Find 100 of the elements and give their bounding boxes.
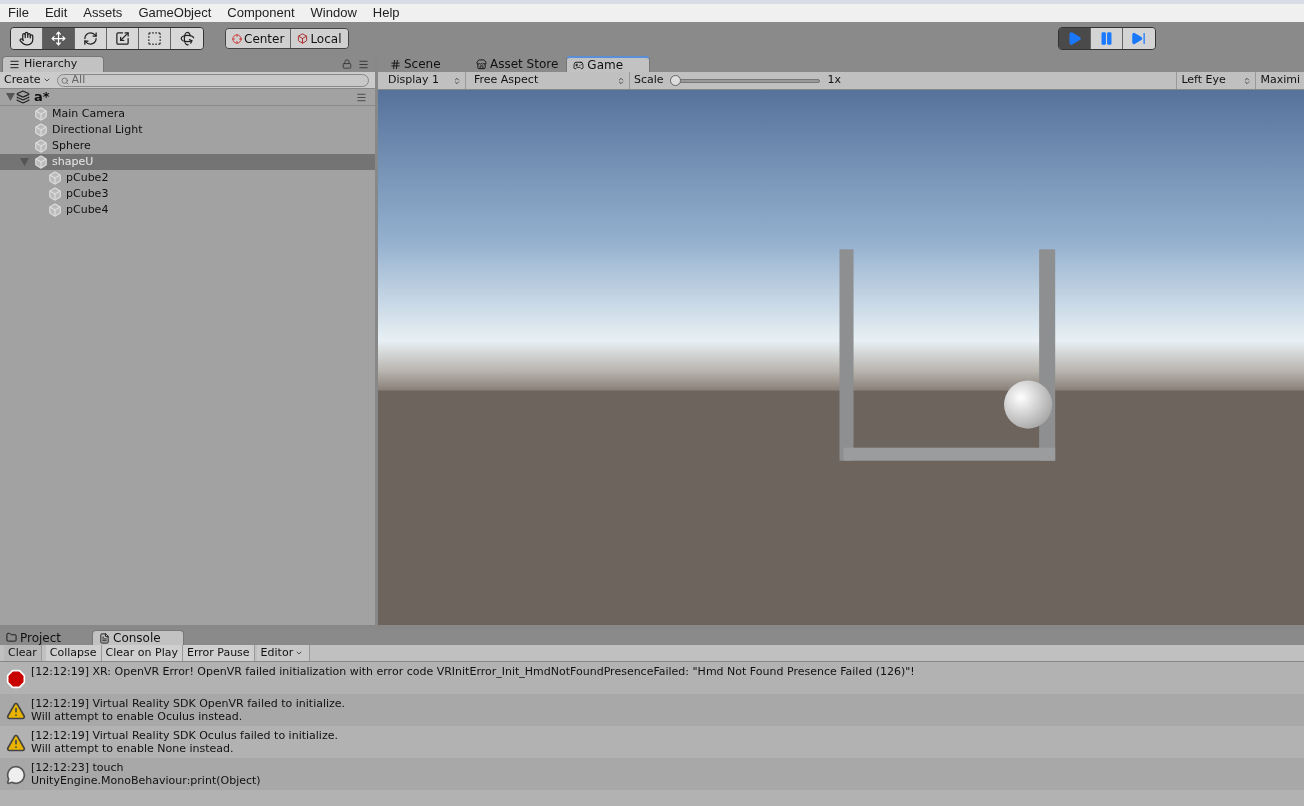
cube-icon	[34, 107, 48, 121]
panel-tab[interactable]: Project	[0, 630, 92, 645]
tree-item[interactable]: pCube3	[0, 186, 375, 202]
view-tab[interactable]: Scene	[384, 56, 468, 72]
panel-tab[interactable]: Hierarchy	[2, 56, 104, 72]
tree-item[interactable]: pCube2	[0, 170, 375, 186]
scale-icon	[115, 31, 130, 46]
view-tab[interactable]: Game	[566, 56, 651, 72]
expand-triangle-icon[interactable]	[5, 93, 15, 101]
panel-tab[interactable]: Console	[92, 630, 184, 645]
tree-item-label: pCube2	[66, 169, 109, 186]
rect-icon	[147, 31, 162, 46]
bag-icon	[476, 58, 487, 70]
list-icon	[9, 59, 20, 70]
tree-item-label: shapeU	[52, 153, 94, 170]
tree-item-label: pCube4	[66, 201, 109, 218]
info-bubble-icon	[5, 765, 26, 785]
menu-item[interactable]: Help	[364, 3, 408, 23]
console-button[interactable]: Collapse	[45, 645, 102, 661]
step-icon	[1131, 31, 1146, 46]
error-icon	[5, 669, 26, 689]
pivot-button[interactable]: Local	[291, 29, 348, 48]
pivot-button[interactable]: Center	[226, 29, 292, 48]
log-message: [12:12:19] Virtual Reality SDK OpenVR failed to initialize.	[31, 697, 346, 710]
cube-icon	[48, 171, 62, 185]
tree-item[interactable]: shapeU	[0, 154, 375, 170]
search-icon	[60, 76, 69, 85]
search-field[interactable]: All	[56, 73, 369, 87]
console-button[interactable]: Error Pause	[182, 645, 255, 661]
scale-slider[interactable]	[669, 75, 820, 86]
tree-item-label: a*	[34, 88, 50, 107]
slider-thumb[interactable]	[669, 75, 681, 86]
menu-icon[interactable]	[356, 91, 367, 103]
tool-button[interactable]	[107, 28, 139, 49]
pivot-icon	[232, 33, 242, 44]
document-icon	[99, 632, 110, 644]
cube-icon	[48, 187, 62, 201]
cube-icon	[48, 203, 62, 217]
log-message: [12:12:19] Virtual Reality SDK Oculus failed to initialize.	[31, 729, 338, 742]
move-arrows-icon	[51, 31, 66, 46]
menu-item[interactable]: File	[0, 3, 37, 23]
log-message: [12:12:19] XR: OpenVR Error! OpenVR failed initialization with error code VRInitError_Init_HmdNotFoundPresenceFailed: "Hmd Not Found Presence Failed (126)"!	[31, 665, 915, 678]
warning-icon	[5, 733, 26, 753]
tree-item-label: pCube3	[66, 185, 109, 202]
console-button[interactable]: Editor	[256, 645, 311, 661]
menu-item[interactable]: Window	[302, 3, 365, 23]
view-tab[interactable]: Asset Store	[470, 56, 565, 72]
playback-button[interactable]	[1058, 28, 1091, 49]
menu-icon[interactable]	[358, 59, 369, 70]
tree-item[interactable]: Sphere	[0, 138, 375, 154]
cube-icon	[34, 123, 48, 137]
tree-item-label: Sphere	[52, 137, 91, 154]
playback-button[interactable]	[1122, 28, 1155, 49]
tree-item[interactable]: a*	[0, 89, 375, 106]
tool-button[interactable]	[11, 28, 43, 49]
cube-icon	[34, 155, 48, 169]
tool-button[interactable]	[171, 28, 203, 49]
grid-icon	[390, 58, 401, 70]
create-dropdown[interactable]: Create	[4, 71, 51, 89]
log-entry[interactable]: [12:12:23] touch UnityEngine.MonoBehaviour:print(Object)	[0, 758, 1304, 790]
hand-icon	[19, 31, 34, 46]
tool-button[interactable]	[75, 28, 107, 49]
rotate-arrows-icon	[83, 31, 98, 46]
maximize-toggle[interactable]: Maximi	[1256, 72, 1304, 89]
scale-label: Scale	[634, 72, 664, 89]
menu-item[interactable]: GameObject	[130, 3, 220, 23]
menu-item[interactable]: Edit	[36, 3, 76, 23]
aspect-dropdown[interactable]: Free Aspect	[470, 72, 630, 89]
updown-caret-icon	[1243, 76, 1252, 85]
cube-icon	[297, 33, 309, 44]
log-message: Will attempt to enable Oculus instead.	[31, 710, 244, 723]
display-dropdown[interactable]: Display 1	[384, 72, 466, 89]
updown-caret-icon	[617, 76, 625, 85]
pause-icon	[1098, 31, 1114, 46]
log-message: Will attempt to enable None instead.	[31, 742, 235, 755]
updown-caret-icon	[453, 76, 461, 85]
playback-button[interactable]	[1090, 28, 1123, 49]
lock-icon[interactable]	[342, 59, 352, 69]
warning-icon	[5, 701, 26, 721]
console-button[interactable]: Clear	[4, 645, 42, 661]
scale-reading: 1x	[827, 72, 842, 89]
console-button[interactable]: Clear on Play	[101, 645, 183, 661]
eye-dropdown[interactable]: Left Eye	[1176, 72, 1257, 89]
tree-item[interactable]: pCube4	[0, 202, 375, 218]
tree-item-label: Directional Light	[52, 121, 143, 138]
menu-item[interactable]: Component	[219, 3, 303, 23]
cube-icon	[34, 139, 48, 153]
tool-button[interactable]	[43, 28, 75, 49]
log-message: UnityEngine.MonoBehaviour:print(Object)	[31, 774, 261, 787]
tree-item[interactable]: Main Camera	[0, 106, 375, 122]
menu-item[interactable]: Assets	[75, 3, 131, 23]
transform-icon	[179, 31, 195, 46]
tree-item-label: Main Camera	[52, 105, 125, 122]
caret-icon	[42, 76, 51, 84]
gamepad-icon	[573, 59, 585, 71]
folder-icon	[6, 632, 17, 643]
caret-icon	[295, 649, 304, 657]
tree-item[interactable]: Directional Light	[0, 122, 375, 138]
log-entry[interactable]: [12:12:19] Virtual Reality SDK OpenVR failed to initialize. Will attempt to enable Oculus instead.	[0, 694, 1304, 726]
play-icon	[1066, 31, 1082, 46]
